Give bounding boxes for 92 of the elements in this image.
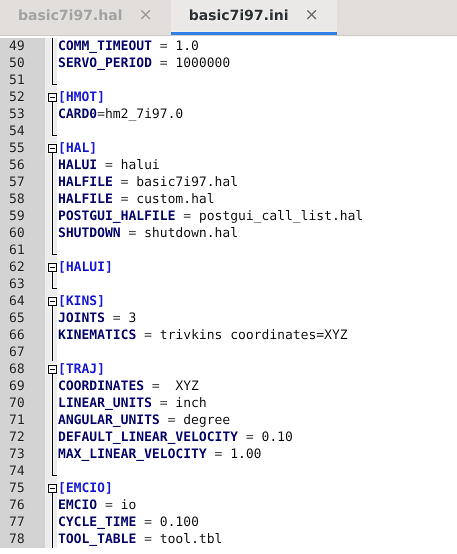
section-header: [HAL] (58, 141, 98, 156)
config-value: custom.hal (136, 192, 215, 207)
line-number: 58 (0, 191, 45, 208)
equals-sign: = (127, 226, 138, 241)
config-value: trivkins coordinates=XYZ (160, 328, 348, 343)
line-number: 60 (0, 225, 45, 242)
config-value: postgui_call_list.hal (198, 209, 364, 224)
line-number: 54 (0, 123, 45, 140)
line-number: 52 (0, 89, 45, 106)
line-number: 74 (0, 463, 45, 480)
line-number: 73 (0, 446, 45, 463)
config-value: 1.00 (230, 447, 262, 462)
line-number: 72 (0, 429, 45, 446)
config-key: COORDINATES (58, 379, 144, 394)
line-number: 77 (0, 514, 45, 531)
equals-sign: = (143, 515, 153, 530)
section-header: [KINS] (58, 294, 105, 309)
equals-sign: = (158, 396, 169, 411)
file-tab[interactable]: basic7i97.ini × (170, 0, 337, 35)
config-key: LINEAR_UNITS (58, 396, 152, 411)
equals-sign: = (150, 379, 161, 394)
config-key: CYCLE_TIME (58, 515, 136, 530)
line-number: 70 (0, 395, 45, 412)
config-key: EMCIO (58, 498, 98, 513)
config-value: basic7i97.hal (136, 175, 238, 190)
line-number: 64 (0, 293, 45, 310)
equals-sign: = (97, 107, 105, 122)
line-number: 57 (0, 174, 45, 191)
config-key: COMM_TIMEOUT (58, 39, 152, 54)
config-value: inch (175, 396, 207, 411)
line-number: 59 (0, 208, 45, 225)
line-number: 71 (0, 412, 45, 429)
equals-sign: = (120, 192, 130, 207)
equals-sign: = (143, 532, 153, 547)
config-value: 0.10 (262, 430, 293, 445)
line-number: 61 (0, 242, 45, 259)
line-number: 66 (0, 327, 45, 344)
line-number: 51 (0, 72, 45, 89)
config-value: shutdown.hal (144, 226, 238, 241)
config-key: DEFAULT_LINEAR_VELOCITY (58, 430, 238, 445)
config-key: HALFILE (58, 192, 113, 207)
line-number: 78 (0, 531, 45, 548)
equals-sign: = (120, 175, 130, 190)
config-value: io (120, 498, 136, 513)
config-value: XYZ (175, 379, 199, 394)
section-header: [EMCIO] (58, 481, 113, 496)
config-value: degree (183, 413, 230, 428)
config-value: tool.tbl (160, 532, 222, 547)
equals-sign: = (112, 311, 122, 326)
equals-sign: = (166, 413, 176, 428)
line-number: 67 (0, 344, 45, 361)
equals-sign: = (244, 430, 255, 445)
line-number: 50 (0, 55, 45, 72)
config-value: 1.0 (175, 39, 199, 54)
equals-sign: = (158, 56, 169, 71)
equals-sign: = (143, 328, 153, 343)
config-key: HALUI (58, 158, 98, 173)
equals-sign: = (104, 158, 114, 173)
config-value: 3 (128, 311, 136, 326)
config-value: 1000000 (175, 56, 230, 71)
line-number: 65 (0, 310, 45, 327)
section-header: [HMOT] (58, 90, 105, 105)
equals-sign: = (214, 447, 224, 462)
section-header: [TRAJ] (58, 362, 105, 377)
line-number: 69 (0, 378, 45, 395)
line-number: 62 (0, 259, 45, 276)
config-key: POSTGUI_HALFILE (58, 209, 176, 224)
config-key: CARD0 (58, 107, 98, 122)
line-number: 53 (0, 106, 45, 123)
config-key: HALFILE (58, 175, 113, 190)
config-key: KINEMATICS (58, 328, 136, 343)
config-key: SERVO_PERIOD (58, 56, 152, 71)
line-number: 76 (0, 497, 45, 514)
config-key: SHUTDOWN (58, 226, 121, 241)
config-value: halui (120, 158, 160, 173)
line-number: 56 (0, 157, 45, 174)
config-key: MAX_LINEAR_VELOCITY (58, 447, 207, 462)
line-number: 75 (0, 480, 45, 497)
config-value: hm2_7i97.0 (104, 107, 184, 122)
config-key: JOINTS (58, 311, 105, 326)
equals-sign: = (104, 498, 114, 513)
line-number: 63 (0, 276, 45, 293)
line-number: 49 (0, 38, 45, 55)
line-number: 55 (0, 140, 45, 157)
config-key: TOOL_TABLE (58, 532, 136, 547)
line-number: 68 (0, 361, 45, 378)
equals-sign: = (182, 209, 192, 224)
config-value: 0.100 (160, 515, 199, 530)
equals-sign: = (158, 39, 169, 54)
config-key: ANGULAR_UNITS (58, 413, 160, 428)
section-header: [HALUI] (58, 260, 113, 275)
close-icon[interactable]: × (304, 3, 319, 29)
